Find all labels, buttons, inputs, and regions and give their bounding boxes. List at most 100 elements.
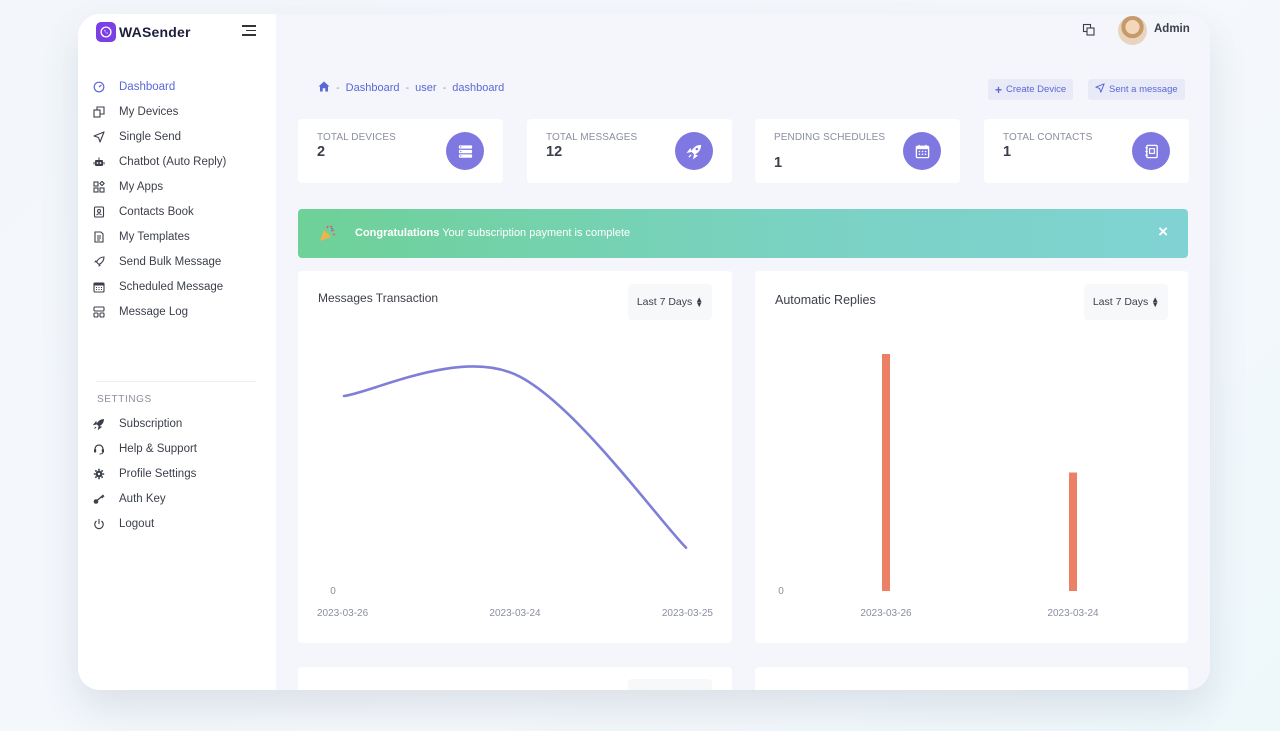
breadcrumb-separator: - [405,82,410,94]
sidebar-item-label: Message Log [119,306,189,319]
sidebar-item-scheduled-message[interactable]: Scheduled Message [92,275,262,300]
robot-icon [92,155,106,169]
brand[interactable]: WASender [96,22,191,42]
stat-card-total-contacts: TOTAL CONTACTS 1 [984,119,1189,183]
sidebar-item-label: Send Bulk Message [119,256,222,269]
sidebar-item-help-support[interactable]: Help & Support [92,436,262,461]
sidebar-divider [96,381,256,382]
sent-message-label: Sent a message [1109,84,1178,95]
party-popper-icon [318,225,336,243]
bar [882,354,890,591]
sidebar-item-my-templates[interactable]: My Templates [92,225,262,250]
breadcrumb-item[interactable]: Dashboard [346,82,400,94]
success-alert: Congratulations Your subscription paymen… [298,209,1188,258]
sidebar-item-label: Auth Key [119,492,166,505]
apps-icon [92,180,106,194]
avatar[interactable] [1118,16,1147,45]
sidebar-item-logout[interactable]: Logout [92,511,262,536]
sidebar-item-contacts-book[interactable]: Contacts Book [92,199,262,224]
window-switch-icon[interactable] [1082,23,1096,37]
sidebar-item-label: Subscription [119,417,183,430]
support-icon [92,442,106,456]
sidebar-item-label: Profile Settings [119,467,197,480]
stat-value: 12 [546,144,563,160]
sent-message-button[interactable]: Sent a message [1088,79,1185,100]
sidebar-item-dashboard[interactable]: Dashboard [92,74,262,99]
sidebar-item-my-apps[interactable]: My Apps [92,174,262,199]
create-device-button[interactable]: + Create Device [988,79,1074,100]
devices-icon [92,105,106,119]
stat-label: TOTAL CONTACTS [1003,132,1093,143]
sidebar-item-subscription[interactable]: Subscription [92,411,262,436]
sidebar-item-my-devices[interactable]: My Devices [92,99,262,124]
key-icon [92,492,106,506]
rocket-icon [92,255,106,269]
server-icon [446,132,484,170]
app-window: WASender Dashboard My Devices Single Sen… [78,14,1210,690]
home-icon[interactable] [318,81,330,95]
settings-nav: Subscription Help & Support Profile Sett… [92,411,262,536]
messages-transaction-card: Messages Transaction Last 7 Days ▲ ▼ 0 202… [298,271,732,643]
main-nav: Dashboard My Devices Single Send Chatbot… [92,74,262,325]
stat-card-total-messages: TOTAL MESSAGES 12 [527,119,732,183]
plus-icon: + [995,82,1003,97]
stat-value: 2 [317,144,326,160]
sidebar-item-label: Single Send [119,130,182,143]
contacts-icon [92,205,106,219]
send-icon [92,130,106,144]
breadcrumb-item: dashboard [452,82,505,94]
calendar-icon [92,280,106,294]
stat-label: TOTAL DEVICES [317,132,396,143]
stat-label: PENDING SCHEDULES [774,132,886,143]
y-tick-label: 0 [330,586,336,597]
alert-text: Your subscription payment is complete [439,227,631,239]
dashboard-icon [92,80,106,94]
x-tick-label: 2023-03-25 [662,608,714,619]
bottom-left-card [298,667,732,690]
gear-icon [92,467,106,481]
brand-name: WASender [119,24,191,40]
breadcrumb-separator: - [442,82,447,94]
rocket-icon [675,132,713,170]
y-tick-label: 0 [778,586,784,597]
alert-title: Congratulations [355,227,440,239]
breadcrumb: - Dashboard - user - dashboard [318,81,504,95]
sidebar-item-profile-settings[interactable]: Profile Settings [92,461,262,486]
subscription-icon [92,417,106,431]
stat-card-pending-schedules: PENDING SCHEDULES 1 [755,119,960,183]
close-icon[interactable]: × [1158,222,1168,242]
sidebar-item-auth-key[interactable]: Auth Key [92,486,262,511]
sidebar-item-label: Logout [119,517,155,530]
sidebar-item-label: My Devices [119,105,179,118]
sidebar-item-send-bulk-message[interactable]: Send Bulk Message [92,250,262,275]
settings-section-label: SETTINGS [97,394,152,405]
x-tick-label: 2023-03-24 [489,608,541,619]
calendar-icon [903,132,941,170]
sidebar-item-label: My Templates [119,231,190,244]
bottom-left-select[interactable] [628,679,712,690]
send-icon [1095,83,1105,96]
x-tick-label: 2023-03-26 [860,608,912,619]
sidebar-item-label: My Apps [119,180,164,193]
sidebar-item-label: Dashboard [119,80,176,93]
stat-value: 1 [1003,144,1012,160]
menu-toggle-icon[interactable] [242,25,256,37]
breadcrumb-item[interactable]: user [415,82,436,94]
alert-message: Congratulations Your subscription paymen… [355,227,630,239]
stat-label: TOTAL MESSAGES [546,132,638,143]
messages-line-chart: 0 2023-03-26 2023-03-24 2023-03-25 [317,365,714,619]
sidebar-item-single-send[interactable]: Single Send [92,124,262,149]
sidebar-item-message-log[interactable]: Message Log [92,300,262,325]
power-icon [92,517,106,531]
stat-value: 1 [774,155,783,171]
log-icon [92,305,106,319]
bar [1069,472,1077,591]
sidebar-item-chatbot[interactable]: Chatbot (Auto Reply) [92,149,262,174]
sidebar-item-label: Scheduled Message [119,281,224,294]
sidebar-item-label: Help & Support [119,442,197,455]
x-tick-label: 2023-03-24 [1047,608,1099,619]
template-icon [92,230,106,244]
sidebar-item-label: Contacts Book [119,206,194,219]
user-name[interactable]: Admin [1154,23,1190,35]
replies-bar-chart: 0 2023-03-26 2023-03-24 [778,354,1099,619]
